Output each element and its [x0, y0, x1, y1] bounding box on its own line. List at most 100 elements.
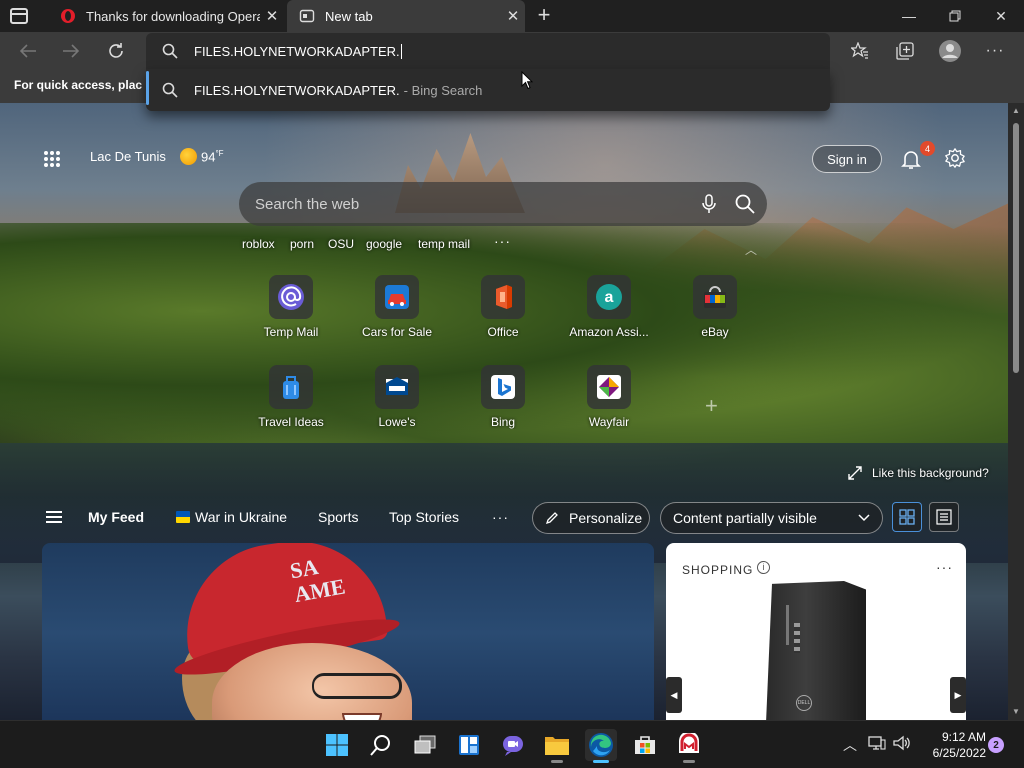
carousel-next-button[interactable]: ▶	[950, 677, 966, 713]
quick-link-bing[interactable]: Bing	[463, 365, 543, 429]
quick-link-temp-mail[interactable]: Temp Mail	[251, 275, 331, 339]
vertical-scrollbar[interactable]: ▲ ▼	[1008, 103, 1024, 720]
edge-icon	[589, 733, 613, 757]
trending-link[interactable]: roblox	[242, 237, 275, 251]
close-tab-icon[interactable]: ✕	[501, 7, 525, 25]
app-launcher-icon[interactable]	[44, 151, 60, 167]
quick-link-label: Travel Ideas	[258, 415, 324, 429]
scroll-down-icon[interactable]: ▼	[1012, 707, 1020, 716]
microsoft-store-button[interactable]	[629, 729, 661, 761]
personalize-button[interactable]: Personalize	[532, 502, 650, 534]
close-window-button[interactable]: ✕	[978, 0, 1024, 32]
refresh-button[interactable]	[103, 38, 129, 64]
new-tab-button[interactable]: +	[534, 4, 554, 28]
add-quick-link-button[interactable]: +	[705, 393, 718, 419]
tab-actions-icon[interactable]	[10, 8, 28, 24]
trending-link[interactable]: porn	[290, 237, 314, 251]
tab-top-stories[interactable]: Top Stories	[389, 509, 459, 525]
search-icon	[162, 82, 178, 98]
notification-center-badge[interactable]: 2	[988, 737, 1004, 753]
quick-link-wayfair[interactable]: Wayfair	[569, 365, 649, 429]
mcafee-button[interactable]	[673, 729, 705, 763]
info-icon[interactable]: i	[757, 561, 770, 574]
trending-link[interactable]: temp mail	[418, 237, 470, 251]
forward-button[interactable]	[58, 38, 84, 64]
trending-link[interactable]: OSU	[328, 237, 354, 251]
news-card[interactable]: SA AME	[42, 543, 654, 720]
cars-icon	[385, 285, 409, 309]
minimize-button[interactable]: —	[886, 0, 932, 32]
task-view-button[interactable]	[409, 729, 441, 761]
profile-button[interactable]	[937, 38, 963, 64]
weather-temperature[interactable]: 94°F	[201, 149, 224, 164]
address-bar[interactable]: FILES.HOLYNETWORKADAPTER.	[146, 33, 830, 69]
network-icon[interactable]	[868, 735, 886, 754]
content-visibility-dropdown[interactable]: Content partially visible	[660, 502, 883, 534]
tab-opera[interactable]: Thanks for downloading Opera ✕	[48, 0, 284, 32]
shopping-card[interactable]: SHOPPING i ··· DELL ◀ ▶	[666, 543, 966, 720]
tab-title: Thanks for downloading Opera	[86, 8, 260, 24]
scrollbar-thumb[interactable]	[1013, 123, 1019, 373]
restore-button[interactable]	[932, 0, 978, 32]
tab-new-tab[interactable]: New tab ✕	[287, 0, 525, 32]
widgets-icon	[459, 735, 479, 755]
search-icon[interactable]	[735, 194, 755, 214]
microphone-icon[interactable]	[702, 194, 716, 214]
trending-more-button[interactable]: ···	[494, 233, 511, 249]
shopping-more-button[interactable]: ···	[936, 559, 953, 575]
trending-link[interactable]: google	[366, 237, 402, 251]
grid-view-button[interactable]	[892, 502, 922, 532]
quick-link-cars-for-sale[interactable]: Cars for Sale	[357, 275, 437, 339]
quick-link-lowes[interactable]: Lowe's	[357, 365, 437, 429]
web-search-box[interactable]: Search the web	[239, 182, 767, 226]
back-button[interactable]	[15, 38, 41, 64]
quick-link-travel-ideas[interactable]: Travel Ideas	[251, 365, 331, 429]
show-hidden-icons-chevron[interactable]: ︿	[843, 735, 857, 755]
more-menu-button[interactable]: ···	[982, 38, 1008, 64]
tab-war-in-ukraine[interactable]: War in Ukraine	[176, 509, 287, 525]
scroll-up-icon[interactable]: ▲	[1012, 106, 1020, 115]
carousel-prev-button[interactable]: ◀	[666, 677, 682, 713]
tab-my-feed[interactable]: My Feed	[88, 509, 144, 525]
folder-icon	[545, 737, 569, 755]
lowes-icon	[386, 377, 408, 395]
gear-icon[interactable]	[944, 147, 966, 169]
quick-link-office[interactable]: Office	[463, 275, 543, 339]
content-visibility-value: Content partially visible	[673, 510, 817, 526]
hamburger-icon[interactable]	[46, 511, 62, 523]
forward-arrow-icon	[63, 44, 80, 58]
list-view-button[interactable]	[929, 502, 959, 532]
sunny-icon	[180, 148, 197, 165]
quick-link-label: Office	[487, 325, 519, 339]
file-explorer-button[interactable]	[541, 729, 573, 763]
address-input[interactable]: FILES.HOLYNETWORKADAPTER.	[194, 44, 400, 59]
selection-indicator	[146, 71, 149, 105]
quick-link-ebay[interactable]: eBay	[675, 275, 755, 339]
favorites-button[interactable]	[847, 38, 873, 64]
quick-link-amazon-assistant[interactable]: a Amazon Assi...	[569, 275, 649, 339]
back-arrow-icon	[19, 44, 36, 58]
close-tab-icon[interactable]: ✕	[260, 7, 284, 25]
feed-more-button[interactable]: ···	[492, 509, 509, 525]
quick-link-label: Temp Mail	[263, 325, 319, 339]
collapse-chevron-icon[interactable]: ︿	[745, 241, 757, 258]
new-tab-icon	[299, 9, 315, 23]
weather-location[interactable]: Lac De Tunis	[90, 149, 166, 164]
taskbar-search-button[interactable]	[365, 729, 397, 761]
suggestion-item[interactable]: FILES.HOLYNETWORKADAPTER. - Bing Search	[146, 69, 830, 111]
volume-icon[interactable]	[893, 735, 911, 754]
widgets-button[interactable]	[453, 729, 485, 761]
text-caret	[400, 43, 402, 59]
search-placeholder: Search the web	[255, 195, 360, 213]
system-clock[interactable]: 9:12 AM 6/25/2022	[922, 729, 986, 761]
list-icon	[936, 509, 952, 525]
teams-chat-button[interactable]	[497, 729, 529, 761]
collections-button[interactable]	[892, 38, 918, 64]
start-button[interactable]	[321, 729, 353, 761]
dell-logo-icon: DELL	[796, 695, 812, 711]
like-background-link[interactable]: Like this background?	[848, 466, 989, 480]
clock-date: 6/25/2022	[932, 746, 986, 760]
edge-browser-button[interactable]	[585, 729, 617, 763]
sign-in-button[interactable]: Sign in	[812, 145, 882, 173]
tab-sports[interactable]: Sports	[318, 509, 358, 525]
